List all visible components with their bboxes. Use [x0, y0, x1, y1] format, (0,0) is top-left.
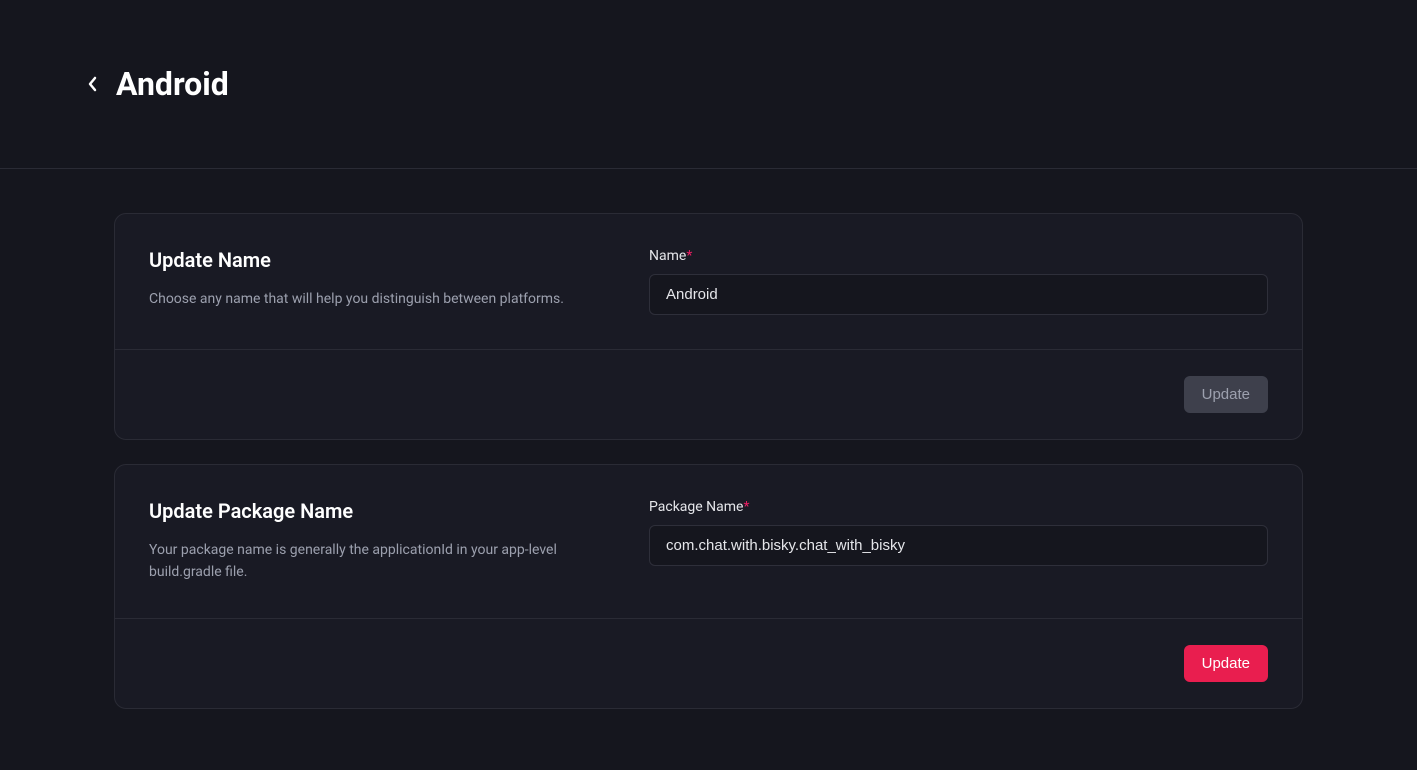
- update-package-card: Update Package Name Your package name is…: [114, 464, 1303, 709]
- section-description: Your package name is generally the appli…: [149, 539, 609, 584]
- card-form: Name*: [649, 248, 1268, 315]
- card-info: Update Name Choose any name that will he…: [149, 248, 609, 315]
- card-body: Update Package Name Your package name is…: [115, 465, 1302, 618]
- page-header: Android: [0, 0, 1417, 169]
- section-title: Update Package Name: [149, 499, 609, 523]
- update-name-card: Update Name Choose any name that will he…: [114, 213, 1303, 440]
- name-label: Name*: [649, 248, 1268, 264]
- required-asterisk: *: [743, 499, 749, 515]
- label-text: Package Name: [649, 499, 743, 515]
- chevron-left-icon[interactable]: [88, 76, 98, 92]
- card-footer: Update: [115, 618, 1302, 708]
- label-text: Name: [649, 248, 686, 264]
- required-asterisk: *: [686, 248, 692, 264]
- package-input[interactable]: [649, 525, 1268, 566]
- name-input[interactable]: [649, 274, 1268, 315]
- page-title: Android: [116, 65, 229, 103]
- update-name-button[interactable]: Update: [1184, 376, 1268, 413]
- card-form: Package Name*: [649, 499, 1268, 584]
- card-info: Update Package Name Your package name is…: [149, 499, 609, 584]
- update-package-button[interactable]: Update: [1184, 645, 1268, 682]
- section-title: Update Name: [149, 248, 609, 272]
- content-area: Update Name Choose any name that will he…: [0, 169, 1417, 709]
- section-description: Choose any name that will help you disti…: [149, 288, 609, 310]
- package-label: Package Name*: [649, 499, 1268, 515]
- card-body: Update Name Choose any name that will he…: [115, 214, 1302, 349]
- card-footer: Update: [115, 349, 1302, 439]
